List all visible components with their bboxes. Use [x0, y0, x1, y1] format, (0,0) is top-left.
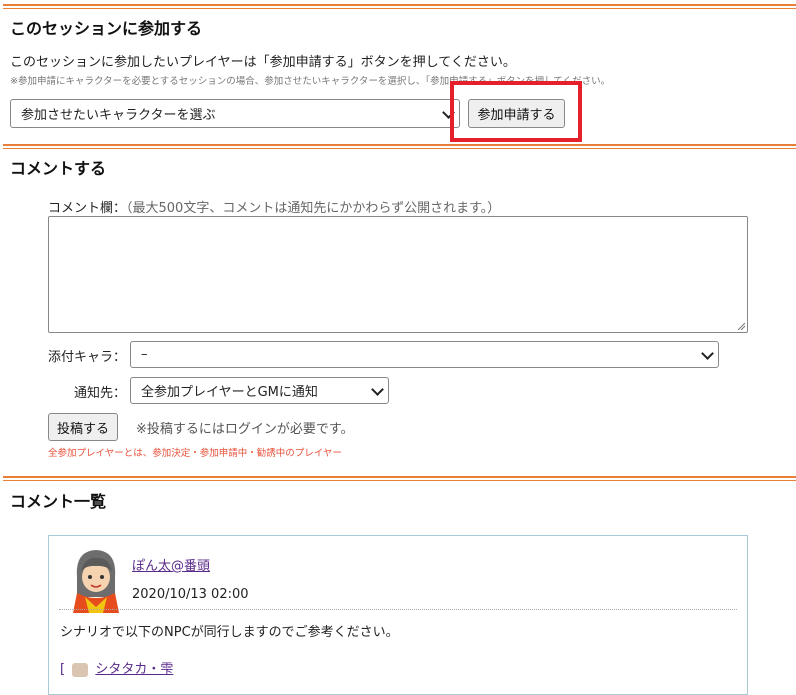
post-button[interactable]: 投稿する	[48, 413, 118, 441]
login-required-note: ※投稿するにはログインが必要です。	[136, 422, 354, 437]
comment-hint: （最大500文字、コメントは通知先にかかわらず公開されます。）	[126, 201, 501, 216]
comment-author-link[interactable]: ぽん太@番頭	[132, 555, 210, 574]
npc-reference-bracket: [	[60, 662, 66, 677]
section-divider	[3, 476, 796, 481]
chevron-down-icon	[371, 382, 384, 396]
attach-label: 添付キャラ：	[48, 350, 127, 365]
comment-divider	[59, 609, 737, 610]
join-section-title: このセッションに参加する	[10, 19, 203, 38]
comment-label: コメント欄：	[48, 201, 127, 216]
npc-link[interactable]: シタタカ・雫	[95, 662, 173, 677]
character-select[interactable]: 参加させたいキャラクターを選ぶ	[10, 99, 460, 128]
join-description: このセッションに参加したいプレイヤーは「参加申請する」ボタンを押してください。	[10, 55, 516, 70]
comment-date: 2020/10/13 02:00	[132, 587, 249, 602]
notify-select[interactable]: 全参加プレイヤーとGMに通知	[130, 377, 389, 404]
comment-list-title: コメント一覧	[10, 492, 107, 511]
section-divider	[3, 4, 796, 9]
comment-card: ぽん太@番頭 2020/10/13 02:00 シナリオで以下のNPCが同行しま…	[48, 535, 748, 695]
notify-label: 通知先：	[74, 386, 127, 401]
chevron-down-icon	[701, 346, 714, 360]
section-divider	[3, 144, 796, 149]
character-select-value: 参加させたいキャラクターを選ぶ	[21, 108, 216, 123]
highlight-box	[450, 81, 582, 142]
comment-field-label: コメント欄：（最大500文字、コメントは通知先にかかわらず公開されます。）	[48, 197, 500, 216]
npc-reference: [ シタタカ・雫	[60, 658, 173, 677]
avatar	[73, 550, 119, 613]
players-definition-note: 全参加プレイヤーとは、参加決定・参加申請中・勧誘中のプレイヤー	[48, 448, 342, 459]
notify-select-value: 全参加プレイヤーとGMに通知	[141, 385, 318, 400]
npc-thumbnail-icon	[72, 662, 89, 677]
comment-body: シナリオで以下のNPCが同行しますのでご参考ください。	[60, 625, 399, 640]
comment-textarea[interactable]	[48, 216, 748, 333]
attach-character-select[interactable]: –	[130, 341, 719, 368]
attach-select-value: –	[141, 347, 148, 362]
resize-handle-icon[interactable]	[737, 322, 745, 330]
comment-section-title: コメントする	[10, 159, 107, 178]
